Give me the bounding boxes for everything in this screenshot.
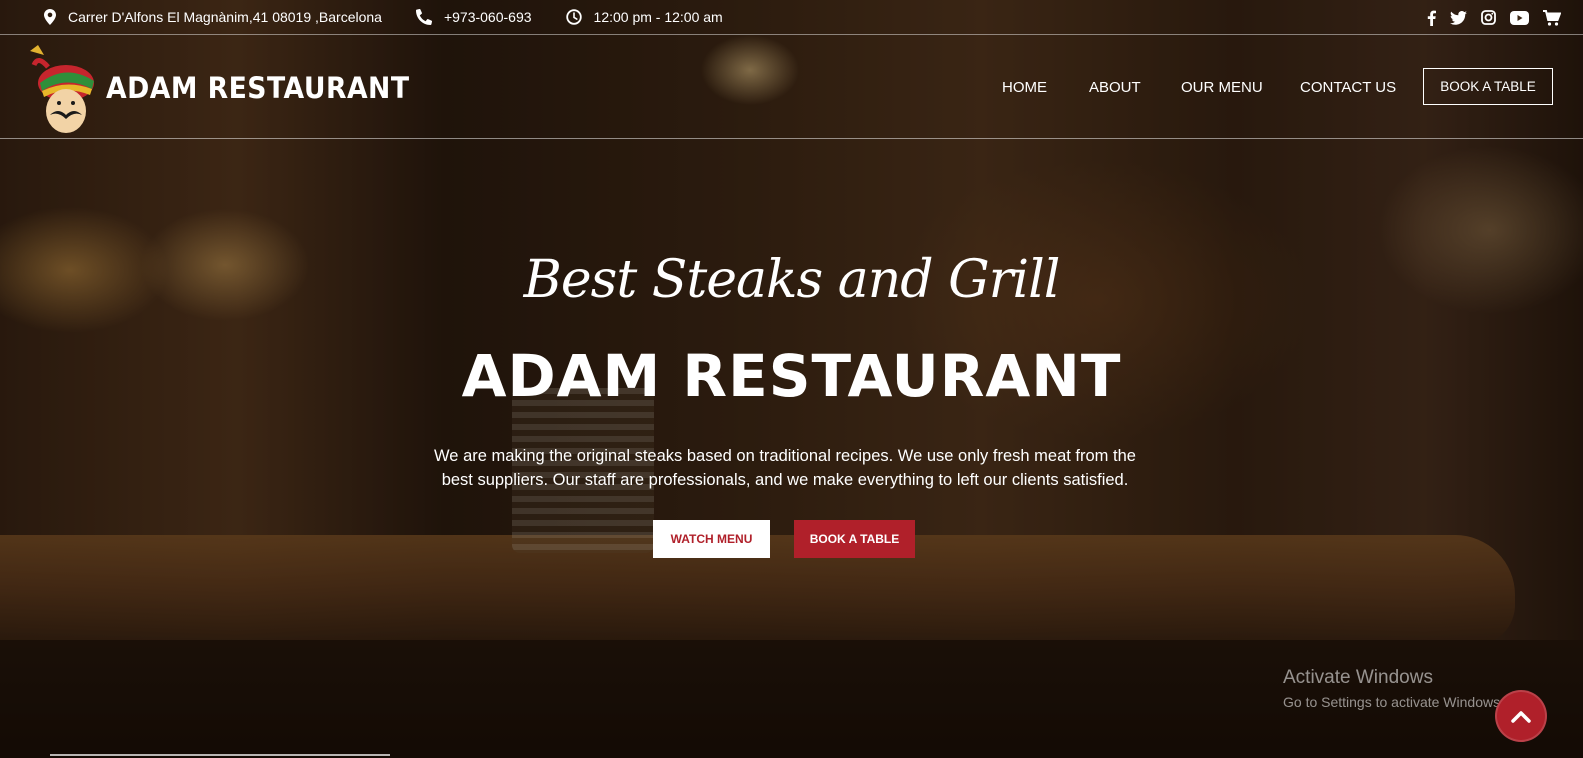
watch-menu-button[interactable]: WATCH MENU xyxy=(653,520,770,558)
nav-home[interactable]: HOME xyxy=(1002,79,1047,96)
hours-text: 12:00 pm - 12:00 am xyxy=(593,9,723,25)
top-info-bar: Carrer D'Alfons El Magnànim,41 08019 ,Ba… xyxy=(0,0,1583,35)
address-info: Carrer D'Alfons El Magnànim,41 08019 ,Ba… xyxy=(44,9,382,25)
location-pin-icon xyxy=(44,9,56,25)
phone-icon xyxy=(415,9,432,25)
main-navbar: ADAM RESTAURANT HOME ABOUT OUR MENU CONT… xyxy=(0,35,1583,139)
youtube-icon[interactable] xyxy=(1510,10,1529,25)
chevron-up-icon xyxy=(1511,710,1531,723)
instagram-icon[interactable] xyxy=(1481,10,1496,25)
social-links xyxy=(1413,0,1561,35)
phone-info: +973-060-693 xyxy=(415,9,532,25)
scroll-to-top-button[interactable] xyxy=(1495,690,1547,742)
contact-info: Carrer D'Alfons El Magnànim,41 08019 ,Ba… xyxy=(0,9,757,25)
activate-windows-subtitle: Go to Settings to activate Windows. xyxy=(1283,694,1504,710)
address-text: Carrer D'Alfons El Magnànim,41 08019 ,Ba… xyxy=(68,9,382,25)
hero-script-heading: Best Steaks and Grill xyxy=(523,250,1061,310)
cart-icon[interactable] xyxy=(1543,9,1561,26)
clock-icon xyxy=(565,9,582,25)
phone-text[interactable]: +973-060-693 xyxy=(444,9,532,25)
bottom-divider xyxy=(50,754,390,756)
nav-about[interactable]: ABOUT xyxy=(1089,79,1141,96)
nav-our-menu[interactable]: OUR MENU xyxy=(1181,79,1263,96)
hero-title: ADAM RESTAURANT xyxy=(461,342,1122,410)
hero-book-table-button[interactable]: BOOK A TABLE xyxy=(794,520,915,558)
activate-windows-title: Activate Windows xyxy=(1283,667,1433,688)
header-book-table-button[interactable]: BOOK A TABLE xyxy=(1423,68,1553,105)
hero-description: We are making the original steaks based … xyxy=(434,447,1136,489)
hours-info: 12:00 pm - 12:00 am xyxy=(565,9,723,25)
activate-windows-watermark: Activate Windows Go to Settings to activ… xyxy=(1283,667,1504,710)
facebook-icon[interactable] xyxy=(1427,10,1436,26)
primary-nav: HOME ABOUT OUR MENU CONTACT US xyxy=(0,35,1583,139)
nav-contact-us[interactable]: CONTACT US xyxy=(1300,79,1396,96)
twitter-icon[interactable] xyxy=(1450,10,1467,25)
